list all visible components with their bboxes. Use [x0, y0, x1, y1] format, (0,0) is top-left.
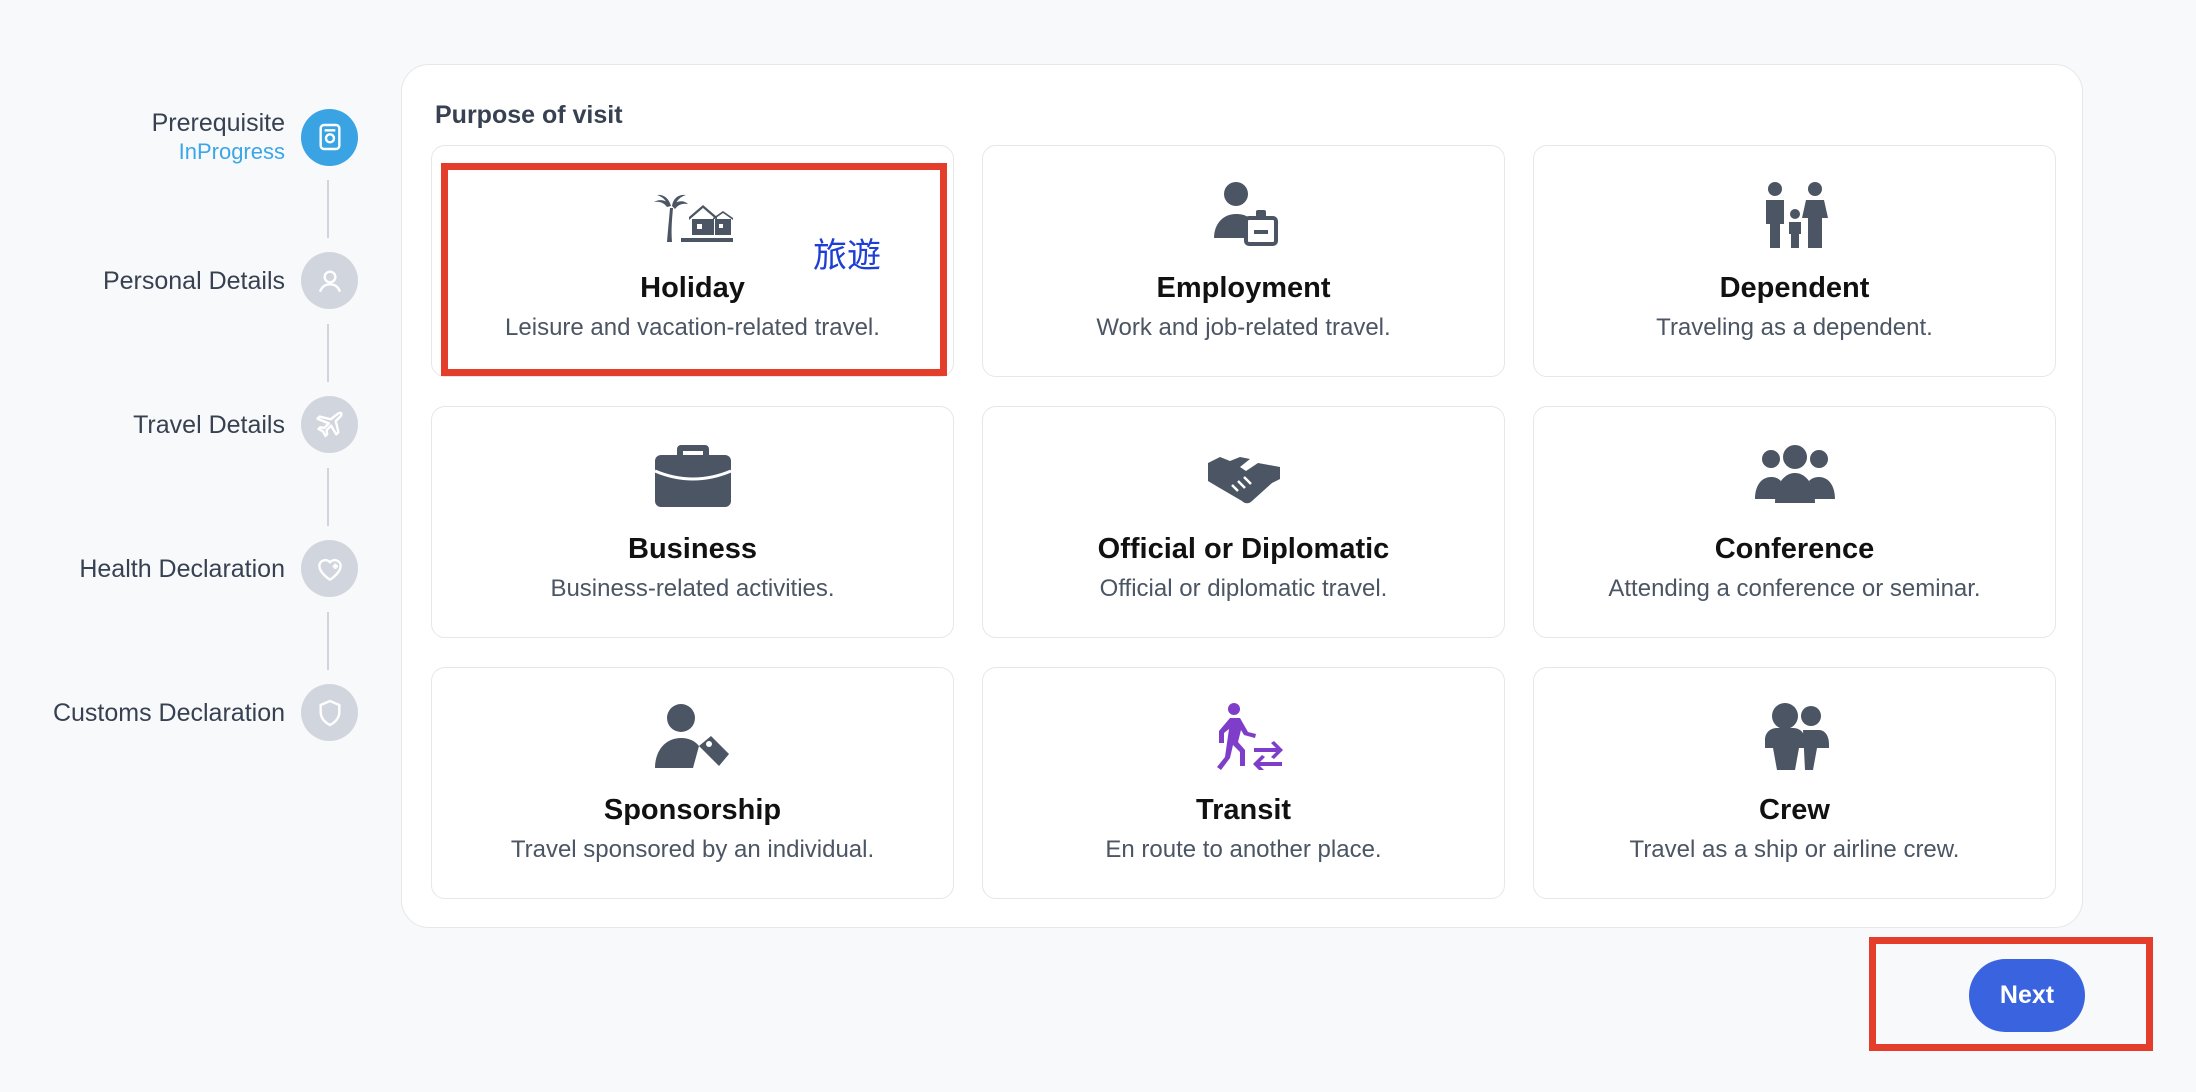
option-official-diplomatic[interactable]: Official or Diplomatic Official or diplo… [982, 406, 1505, 638]
group-icon [1534, 441, 2055, 509]
option-dependent[interactable]: Dependent Traveling as a dependent. [1533, 145, 2056, 377]
step-prerequisite[interactable]: Prerequisite InProgress [152, 108, 358, 166]
option-business[interactable]: Business Business-related activities. [431, 406, 954, 638]
section-title: Purpose of visit [435, 101, 623, 129]
option-title: Employment [1156, 272, 1331, 304]
user-icon [301, 252, 358, 309]
step-label: Health Declaration [79, 554, 285, 583]
option-desc: En route to another place. [1105, 836, 1382, 863]
option-employment[interactable]: Employment Work and job-related travel. [982, 145, 1505, 377]
option-desc: Attending a conference or seminar. [1608, 575, 1981, 602]
family-icon [1534, 180, 2055, 248]
option-desc: Traveling as a dependent. [1656, 314, 1933, 341]
passport-icon [301, 108, 358, 166]
crew-icon [1534, 702, 2055, 770]
heart-plus-icon [301, 540, 358, 597]
holiday-annotation: 旅遊 [813, 236, 881, 276]
step-connector [327, 468, 329, 526]
option-desc: Leisure and vacation-related travel. [505, 314, 880, 341]
option-title: Dependent [1719, 272, 1870, 304]
step-travel-details[interactable]: Travel Details [133, 396, 358, 453]
progress-stepper: Prerequisite InProgress Personal Details… [0, 0, 380, 1092]
next-button[interactable]: Next [1969, 959, 2085, 1032]
option-desc: Official or diplomatic travel. [1099, 575, 1388, 602]
option-conference[interactable]: Conference Attending a conference or sem… [1533, 406, 2056, 638]
purpose-of-visit-card: Purpose of visit 旅遊 Holiday Leisure and … [401, 64, 2083, 928]
option-title: Conference [1714, 533, 1875, 565]
option-sponsorship[interactable]: Sponsorship Travel sponsored by an indiv… [431, 667, 954, 899]
step-personal-details[interactable]: Personal Details [103, 252, 358, 309]
plane-icon [301, 396, 358, 453]
step-connector [327, 180, 329, 238]
option-title: Official or Diplomatic [1097, 533, 1390, 565]
option-desc: Work and job-related travel. [1096, 314, 1391, 341]
option-title: Sponsorship [603, 794, 782, 826]
option-desc: Travel as a ship or airline crew. [1629, 836, 1960, 863]
briefcase-icon [432, 441, 953, 509]
step-status: InProgress [178, 139, 285, 164]
step-label: Personal Details [102, 266, 285, 295]
step-label: Travel Details [133, 410, 285, 439]
shield-icon [301, 684, 358, 741]
step-label: Prerequisite [151, 109, 285, 137]
person-transfer-icon [983, 702, 1504, 770]
option-desc: Travel sponsored by an individual. [510, 836, 875, 863]
option-holiday[interactable]: 旅遊 Holiday Leisure and vacation-related … [431, 145, 954, 377]
option-title: Crew [1759, 794, 1830, 826]
option-title: Holiday [640, 272, 745, 304]
step-connector [327, 612, 329, 670]
user-tag-icon [432, 702, 953, 770]
step-customs-declaration[interactable]: Customs Declaration [53, 684, 358, 741]
option-desc: Business-related activities. [550, 575, 835, 602]
option-transit[interactable]: Transit En route to another place. [982, 667, 1505, 899]
option-title: Transit [1195, 794, 1292, 826]
option-title: Business [628, 533, 757, 565]
step-connector [327, 324, 329, 382]
option-crew[interactable]: Crew Travel as a ship or airline crew. [1533, 667, 2056, 899]
step-label: Customs Declaration [52, 698, 285, 727]
step-health-declaration[interactable]: Health Declaration [79, 540, 358, 597]
worker-icon [983, 180, 1504, 248]
handshake-icon [983, 441, 1504, 509]
